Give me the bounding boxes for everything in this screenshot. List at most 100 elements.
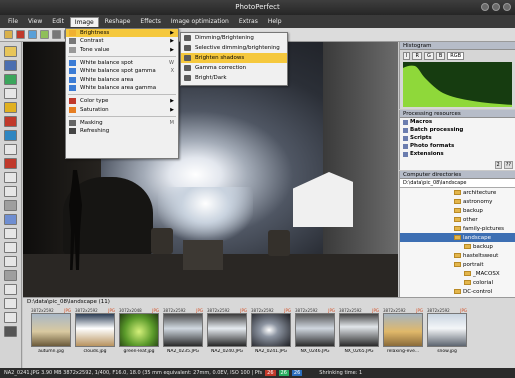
thumbnail[interactable]: 3872x2592 JPG snow.jpg [427, 308, 467, 354]
resource-item[interactable]: Photo formats [400, 142, 515, 150]
menu-reshape[interactable]: Reshape [101, 17, 135, 26]
thumbnail-image[interactable] [427, 313, 467, 347]
histogram-tab-i[interactable]: I [403, 52, 411, 60]
thumbnail[interactable]: 3872x2592 JPG NA2_0241.JPG [251, 308, 291, 354]
menu-item-refreshing[interactable]: Refreshing [66, 127, 178, 135]
stamp-icon[interactable] [4, 284, 17, 295]
thumbnail[interactable]: 3072x2048 JPG green-leaf.jpg [119, 308, 159, 354]
menu-item-saturation[interactable]: Saturation ▶ [66, 105, 178, 113]
directory-item[interactable]: hasteltsweut [400, 251, 515, 260]
thumbnail[interactable]: 3872x2592 JPG autumn.jpg [31, 308, 71, 354]
open-icon[interactable] [4, 30, 13, 39]
select-icon[interactable] [4, 46, 17, 57]
zoom-tool-icon[interactable] [4, 312, 17, 323]
directory-item[interactable]: backup [400, 206, 515, 215]
clone-icon[interactable] [4, 172, 17, 183]
histogram-tab-g[interactable]: G [423, 52, 434, 60]
thumbnail-image[interactable] [163, 313, 203, 347]
submenu-item-selective-dimming-brightening[interactable]: Selective dimming/brightening [181, 43, 287, 53]
thumbnail[interactable]: 3872x2592 JPG relaxing-eve... [383, 308, 423, 354]
directory-item[interactable]: _MACOSX [400, 269, 515, 278]
rotate-tool-icon[interactable] [4, 242, 17, 253]
histogram-tab-rgb[interactable]: RGB [447, 52, 465, 60]
text-icon[interactable] [4, 144, 17, 155]
thumbnail[interactable]: 3872x2592 JPG NA2_0235.JPG [163, 308, 203, 354]
sharpen-icon[interactable] [4, 214, 17, 225]
print-icon[interactable] [28, 30, 37, 39]
brush-icon[interactable] [4, 130, 17, 141]
thumbnail[interactable]: 3872x2592 JPG clouds.jpg [75, 308, 115, 354]
menu-item-tone-value[interactable]: Tone value ▶ [66, 46, 178, 54]
thumbnail-image[interactable] [383, 313, 423, 347]
maximize-button[interactable] [492, 3, 500, 11]
menu-item-white-balance-spot[interactable]: White balance spot W [66, 59, 178, 67]
directory-item[interactable]: architecture [400, 188, 515, 197]
submenu-item-gamma-correction[interactable]: Gamma correction [181, 63, 287, 73]
submenu-item-bright-dark[interactable]: Bright/Dark [181, 73, 287, 83]
menu-item-brightness[interactable]: Brightness ▶ [66, 29, 178, 38]
flip-icon[interactable] [4, 256, 17, 267]
move-icon[interactable] [4, 88, 17, 99]
minimize-button[interactable] [481, 3, 489, 11]
directory-path-field[interactable]: D:\data\pic_08\landscape [400, 179, 515, 188]
directory-item[interactable]: landscape [400, 233, 515, 242]
thumbnail[interactable]: 3872x2592 JPG NX_0265.JPG [339, 308, 379, 354]
wand-icon[interactable] [4, 298, 17, 309]
thumbnail-image[interactable] [31, 313, 71, 347]
directory-item[interactable]: family-pictures [400, 224, 515, 233]
menu-extras[interactable]: Extras [235, 17, 262, 26]
frame-icon[interactable] [4, 228, 17, 239]
mask-icon[interactable] [4, 270, 17, 281]
resource-item[interactable]: Extensions [400, 150, 515, 158]
close-button[interactable] [503, 3, 511, 11]
resource-item[interactable]: Scripts [400, 134, 515, 142]
resource-label: Scripts [410, 135, 432, 141]
thumbnail[interactable]: 3872x2592 JPG NA2_0240.JPG [207, 308, 247, 354]
thumbnail-image[interactable] [75, 313, 115, 347]
thumbnail-image[interactable] [339, 313, 379, 347]
directory-item[interactable]: astronomy [400, 197, 515, 206]
directory-item[interactable]: colorial [400, 278, 515, 287]
menu-item-masking[interactable]: Masking M [66, 119, 178, 127]
red-eye-icon[interactable] [4, 116, 17, 127]
histogram-tab-r[interactable]: R [412, 52, 422, 60]
title-bar: PhotoPerfect [0, 0, 515, 15]
thumbnail-image[interactable] [251, 313, 291, 347]
resource-item[interactable]: Batch processing [400, 126, 515, 134]
save-icon[interactable] [16, 30, 25, 39]
circle-icon[interactable] [4, 326, 17, 337]
color-icon[interactable] [4, 74, 17, 85]
histogram-tab-b[interactable]: B [435, 52, 446, 60]
directory-label: landscape [463, 234, 492, 241]
menu-help[interactable]: Help [264, 17, 286, 26]
thumbnail-image[interactable] [295, 313, 335, 347]
lasso-icon[interactable] [4, 186, 17, 197]
directory-item[interactable]: DC-control [400, 287, 515, 296]
menu-item-contrast[interactable]: Contrast ▶ [66, 37, 178, 45]
undo-icon[interactable] [40, 30, 49, 39]
submenu-item-dimming-brightening[interactable]: Dimming/Brightening [181, 33, 287, 43]
menu-image-optimization[interactable]: Image optimization [167, 17, 233, 26]
levels-icon[interactable] [4, 102, 17, 113]
submenu-item-brighten-shadows[interactable]: Brighten shadows [181, 53, 287, 63]
menu-file[interactable]: File [4, 17, 22, 26]
menu-view[interactable]: View [24, 17, 46, 26]
directory-item[interactable]: other [400, 215, 515, 224]
directory-item[interactable]: portrait [400, 260, 515, 269]
thumbnail-image[interactable] [207, 313, 247, 347]
eraser-icon[interactable] [4, 158, 17, 169]
menu-item-white-balance-area[interactable]: White balance area [66, 75, 178, 83]
menu-item-white-balance-spot-gamma[interactable]: White balance spot gamma X [66, 67, 178, 75]
blur-icon[interactable] [4, 200, 17, 211]
resource-item[interactable]: Macros [400, 118, 515, 126]
menu-image[interactable]: Image [69, 16, 99, 27]
menu-edit[interactable]: Edit [48, 17, 68, 26]
crop-icon[interactable] [4, 60, 17, 71]
redo-icon[interactable] [52, 30, 61, 39]
thumbnail-image[interactable] [119, 313, 159, 347]
thumbnail[interactable]: 3872x2592 JPG NX_0246.JPG [295, 308, 335, 354]
directory-item[interactable]: backup [400, 242, 515, 251]
menu-item-color-type[interactable]: Color type ▶ [66, 97, 178, 105]
menu-item-white-balance-area-gamma[interactable]: White balance area gamma [66, 84, 178, 92]
menu-effects[interactable]: Effects [136, 17, 164, 26]
